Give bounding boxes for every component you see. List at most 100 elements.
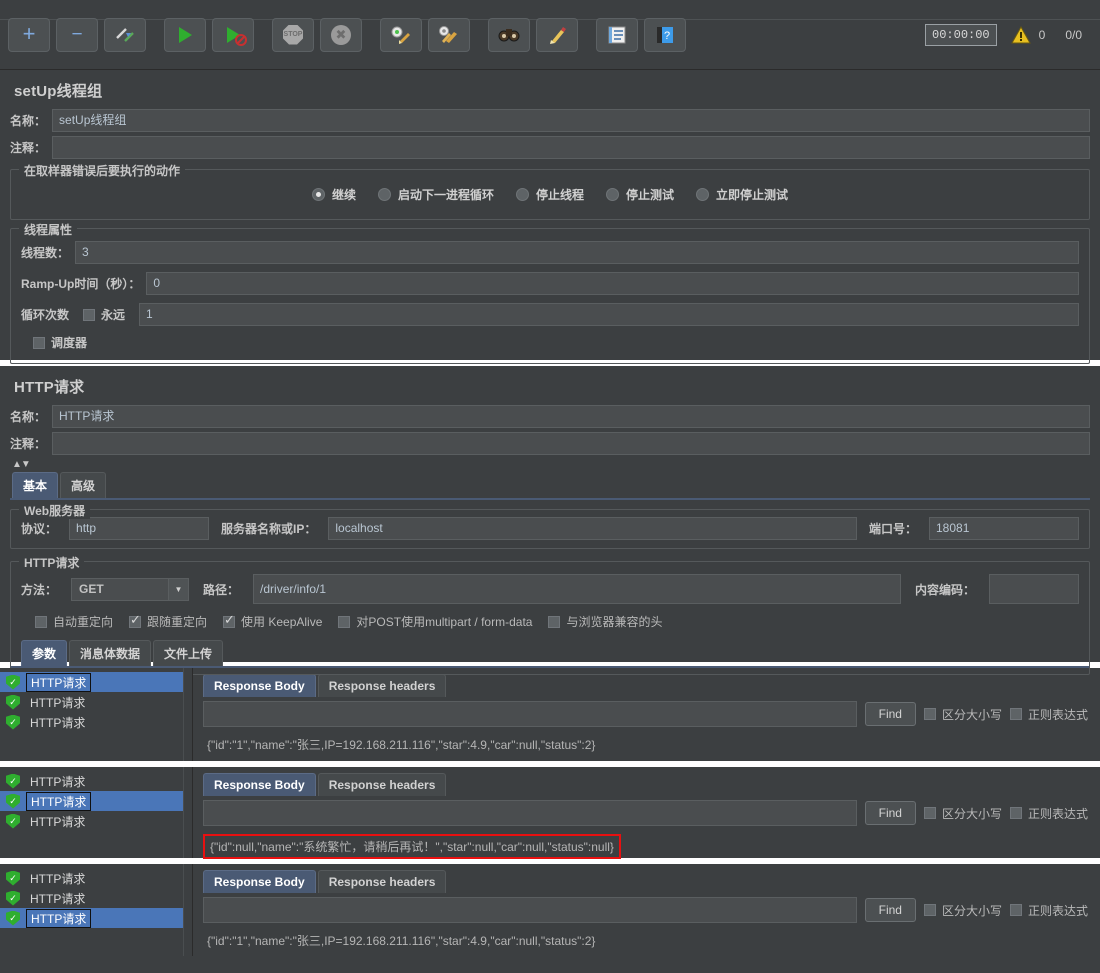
remove-button[interactable]: [56, 17, 98, 52]
case-sensitive-checkbox[interactable]: 区分大小写: [923, 805, 1002, 822]
tree-scrollbar[interactable]: [183, 864, 192, 956]
stop-button[interactable]: STOP: [272, 17, 314, 52]
radio-continue[interactable]: 继续: [311, 186, 356, 203]
result-tree-item[interactable]: ✓ HTTP请求: [0, 771, 192, 791]
forever-checkbox[interactable]: 永远: [83, 306, 131, 323]
collapse-expand-arrows-icon[interactable]: ▲▼: [10, 459, 1090, 470]
follow-redirect-label: 跟随重定向: [147, 615, 208, 629]
http-comment-input[interactable]: [52, 432, 1090, 455]
result-tree-item[interactable]: ✓ HTTP请求: [0, 791, 192, 811]
response-pane-1: Response Body Response headers Find 区分大小…: [193, 668, 1100, 761]
tab-files-upload[interactable]: 文件上传: [153, 640, 224, 666]
result-tree-item-label: HTTP请求: [30, 871, 86, 886]
thread-group-name-input[interactable]: setUp线程组: [52, 109, 1090, 132]
radio-stop-test[interactable]: 停止测试: [606, 186, 674, 203]
keepalive-label: 使用 KeepAlive: [241, 615, 323, 629]
thread-group-comment-input[interactable]: [52, 136, 1090, 159]
checkbox-icon: [923, 708, 936, 720]
protocol-input[interactable]: http: [69, 517, 210, 540]
find-button[interactable]: Find: [864, 898, 916, 922]
checkbox-icon: [1009, 904, 1022, 916]
rampup-input[interactable]: 0: [146, 272, 1079, 295]
scheduler-checkbox[interactable]: 调度器: [21, 334, 93, 351]
clear-button[interactable]: [380, 17, 422, 52]
find-input[interactable]: [203, 800, 857, 826]
regex-checkbox[interactable]: 正则表达式: [1009, 706, 1088, 723]
result-tree-item[interactable]: ✓ HTTP请求: [0, 811, 192, 831]
checkbox-icon: [923, 807, 936, 819]
result-tree-item[interactable]: ✓ HTTP请求: [0, 672, 192, 692]
reset-search-button[interactable]: [536, 17, 578, 52]
tab-response-headers[interactable]: Response headers: [317, 674, 447, 697]
tab-body-data[interactable]: 消息体数据: [69, 640, 152, 666]
path-input[interactable]: /driver/info/1: [253, 574, 901, 604]
loops-input[interactable]: 1: [139, 303, 1079, 326]
toggle-button[interactable]: [104, 17, 146, 52]
threads-input[interactable]: 3: [75, 241, 1079, 264]
follow-redirect-checkbox[interactable]: 跟随重定向: [129, 613, 207, 630]
success-shield-icon: ✓: [6, 674, 20, 690]
result-tree-item[interactable]: ✓ HTTP请求: [0, 908, 192, 928]
on-sampler-error-title: 在取样器错误后要执行的动作: [19, 162, 186, 179]
find-input[interactable]: [203, 701, 857, 727]
radio-stop-thread[interactable]: 停止线程: [515, 186, 584, 203]
tab-response-body[interactable]: Response Body: [203, 674, 316, 697]
find-button[interactable]: Find: [864, 702, 916, 726]
auto-redirect-checkbox[interactable]: 自动重定向: [35, 613, 113, 630]
result-tree-item[interactable]: ✓ HTTP请求: [0, 712, 192, 732]
tab-basic[interactable]: 基本: [12, 472, 59, 498]
find-input[interactable]: [203, 897, 857, 923]
tab-response-body[interactable]: Response Body: [203, 870, 316, 893]
case-sensitive-checkbox[interactable]: 区分大小写: [923, 706, 1002, 723]
tab-advanced[interactable]: 高级: [60, 472, 107, 498]
http-comment-label: 注释：: [10, 437, 47, 451]
tab-response-headers[interactable]: Response headers: [317, 773, 447, 796]
result-tree-item[interactable]: ✓ HTTP请求: [0, 888, 192, 908]
result-tree-item[interactable]: ✓ HTTP请求: [0, 868, 192, 888]
port-input[interactable]: 18081: [929, 517, 1079, 540]
result-tree-3[interactable]: ✓ HTTP请求 ✓ HTTP请求 ✓ HTTP请求: [0, 864, 193, 956]
radio-stop-test-now[interactable]: 立即停止测试: [696, 186, 788, 203]
success-shield-icon: ✓: [6, 793, 20, 809]
regex-label: 正则表达式: [1027, 707, 1088, 722]
main-toolbar: STOP ✖: [0, 0, 1100, 70]
response-body-text: {"id":"1","name":"张三,IP=192.168.211.116"…: [207, 934, 596, 948]
encoding-input[interactable]: [989, 574, 1079, 604]
keepalive-checkbox[interactable]: 使用 KeepAlive: [223, 613, 322, 630]
browser-headers-checkbox[interactable]: 与浏览器兼容的头: [548, 613, 662, 630]
warning-indicator[interactable]: 0: [1010, 25, 1046, 44]
add-button[interactable]: [8, 17, 50, 52]
shutdown-button[interactable]: ✖: [320, 17, 362, 52]
start-button[interactable]: [164, 17, 206, 52]
scheduler-label: 调度器: [51, 336, 88, 350]
tab-response-body[interactable]: Response Body: [203, 773, 316, 796]
result-tree-2[interactable]: ✓ HTTP请求 ✓ HTTP请求 ✓ HTTP请求: [0, 767, 193, 858]
tree-scrollbar[interactable]: [183, 668, 192, 761]
result-tree-1[interactable]: ✓ HTTP请求 ✓ HTTP请求 ✓ HTTP请求: [0, 668, 193, 761]
on-sampler-error-options: 继续 启动下一进程循环 停止线程 停止测试 立即停止测试: [21, 174, 1079, 211]
method-select[interactable]: GET ▼: [71, 577, 190, 601]
radio-start-next-loop[interactable]: 启动下一进程循环: [377, 186, 494, 203]
http-name-input[interactable]: HTTP请求: [52, 405, 1090, 428]
clear-all-button[interactable]: [428, 17, 470, 52]
tree-scrollbar[interactable]: [183, 767, 192, 858]
shutdown-x-icon: ✖: [331, 24, 351, 45]
regex-checkbox[interactable]: 正则表达式: [1009, 902, 1088, 919]
result-tree-item[interactable]: ✓ HTTP请求: [0, 692, 192, 712]
function-helper-button[interactable]: [596, 17, 638, 52]
checkbox-icon: [548, 615, 561, 628]
case-sensitive-checkbox[interactable]: 区分大小写: [923, 902, 1002, 919]
tab-parameters[interactable]: 参数: [21, 640, 68, 666]
rampup-row: Ramp-Up时间（秒）： 0: [21, 272, 1079, 295]
warning-count: 0: [1038, 27, 1046, 42]
radio-dot-icon: [515, 188, 529, 201]
server-input[interactable]: localhost: [328, 517, 857, 540]
regex-checkbox[interactable]: 正则表达式: [1009, 805, 1088, 822]
multipart-checkbox[interactable]: 对POST使用multipart / form-data: [338, 613, 532, 630]
result-panel-3: ✓ HTTP请求 ✓ HTTP请求 ✓ HTTP请求 Response Body…: [0, 864, 1100, 956]
help-button[interactable]: ?: [644, 17, 686, 52]
start-no-pauses-button[interactable]: [212, 17, 254, 52]
find-button[interactable]: Find: [864, 801, 916, 825]
tab-response-headers[interactable]: Response headers: [317, 870, 447, 893]
search-button[interactable]: [488, 17, 530, 52]
